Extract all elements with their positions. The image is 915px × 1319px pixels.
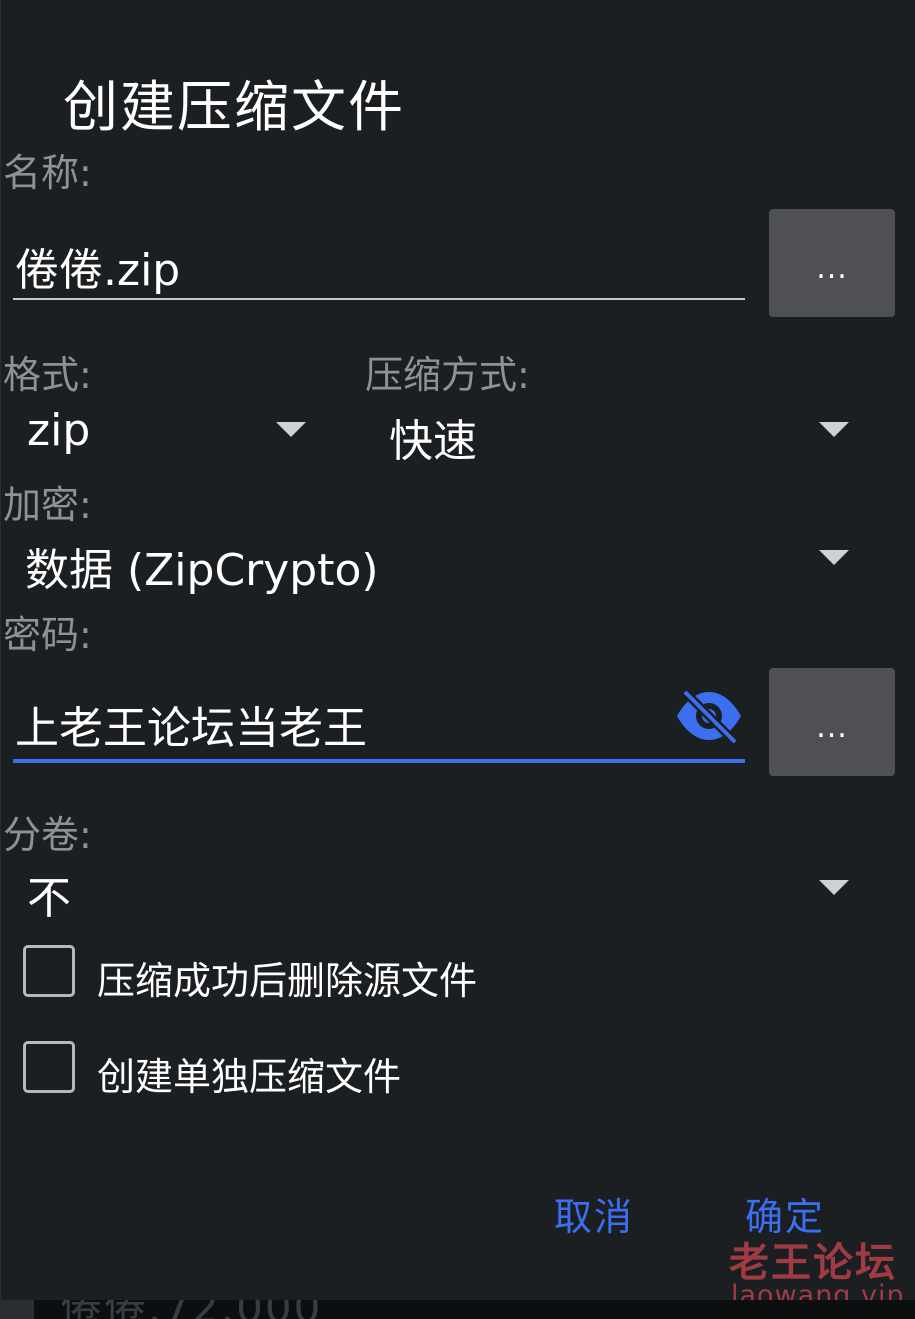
split-dropdown-caret-down-icon[interactable] xyxy=(819,880,849,895)
browse-button[interactable]: ... xyxy=(769,209,895,317)
dialog-title: 创建压缩文件 xyxy=(63,75,406,139)
create-archive-dialog: 创建压缩文件 名称: 倦倦.zip ... 格式: zip 压缩方式: 快速 加… xyxy=(0,0,915,1311)
cancel-button[interactable]: 取消 xyxy=(554,1186,634,1241)
name-label: 名称: xyxy=(3,151,92,195)
encrypt-dropdown-caret-down-icon[interactable] xyxy=(819,550,849,565)
method-label: 压缩方式: xyxy=(365,353,530,397)
password-input[interactable]: 上老王论坛当老王 xyxy=(15,692,367,756)
encrypt-label: 加密: xyxy=(3,483,92,527)
background-edge xyxy=(0,1300,34,1319)
method-dropdown-caret-down-icon[interactable] xyxy=(819,422,849,437)
separate-archives-label[interactable]: 创建单独压缩文件 xyxy=(97,1046,401,1101)
name-input-underline xyxy=(13,298,745,300)
password-label: 密码: xyxy=(3,613,92,657)
format-dropdown-caret-down-icon[interactable] xyxy=(276,422,306,437)
background-file-name: 倦倦.72.000 xyxy=(60,1300,322,1319)
separate-archives-checkbox[interactable] xyxy=(23,1041,75,1093)
split-select-value[interactable]: 不 xyxy=(27,862,71,926)
password-input-underline xyxy=(13,759,745,763)
format-select-value[interactable]: zip xyxy=(27,405,90,456)
delete-after-label[interactable]: 压缩成功后删除源文件 xyxy=(97,950,477,1005)
split-label: 分卷: xyxy=(3,813,92,857)
format-label: 格式: xyxy=(3,353,92,397)
password-more-button[interactable]: ... xyxy=(769,668,895,776)
eye-off-icon[interactable] xyxy=(675,688,743,744)
delete-after-checkbox[interactable] xyxy=(23,945,75,997)
encrypt-select-value[interactable]: 数据 (ZipCrypto) xyxy=(25,534,379,598)
method-select-value[interactable]: 快速 xyxy=(389,405,477,469)
name-input[interactable]: 倦倦.zip xyxy=(15,234,180,298)
background-file-list: 倦倦.72.000 xyxy=(0,1300,915,1319)
